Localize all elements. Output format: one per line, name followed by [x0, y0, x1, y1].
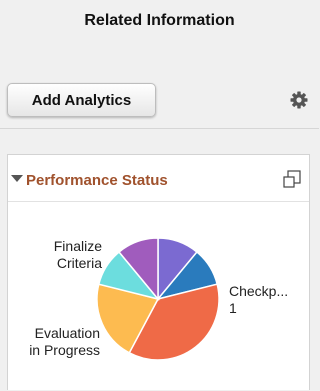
label-line: Checkp... [229, 283, 289, 299]
slice-label-checkpoint: Checkp... 1 [229, 283, 288, 317]
add-analytics-button[interactable]: Add Analytics [7, 83, 156, 117]
performance-status-panel: Performance Status Finalize Criteria Che… [7, 154, 310, 390]
label-line: Evaluation [34, 325, 100, 341]
label-line: 1 [229, 300, 237, 316]
label-line: Criteria [56, 255, 102, 271]
slice-label-finalize: Finalize Criteria [46, 238, 102, 272]
slice-label-evaluation: Evaluation in Progress [20, 325, 100, 359]
label-line: in Progress [29, 342, 100, 358]
related-information-header: Related Information Add Analytics [0, 0, 319, 129]
page-title: Related Information [84, 12, 235, 29]
gear-icon[interactable] [289, 90, 309, 110]
label-line: Finalize [53, 238, 102, 254]
